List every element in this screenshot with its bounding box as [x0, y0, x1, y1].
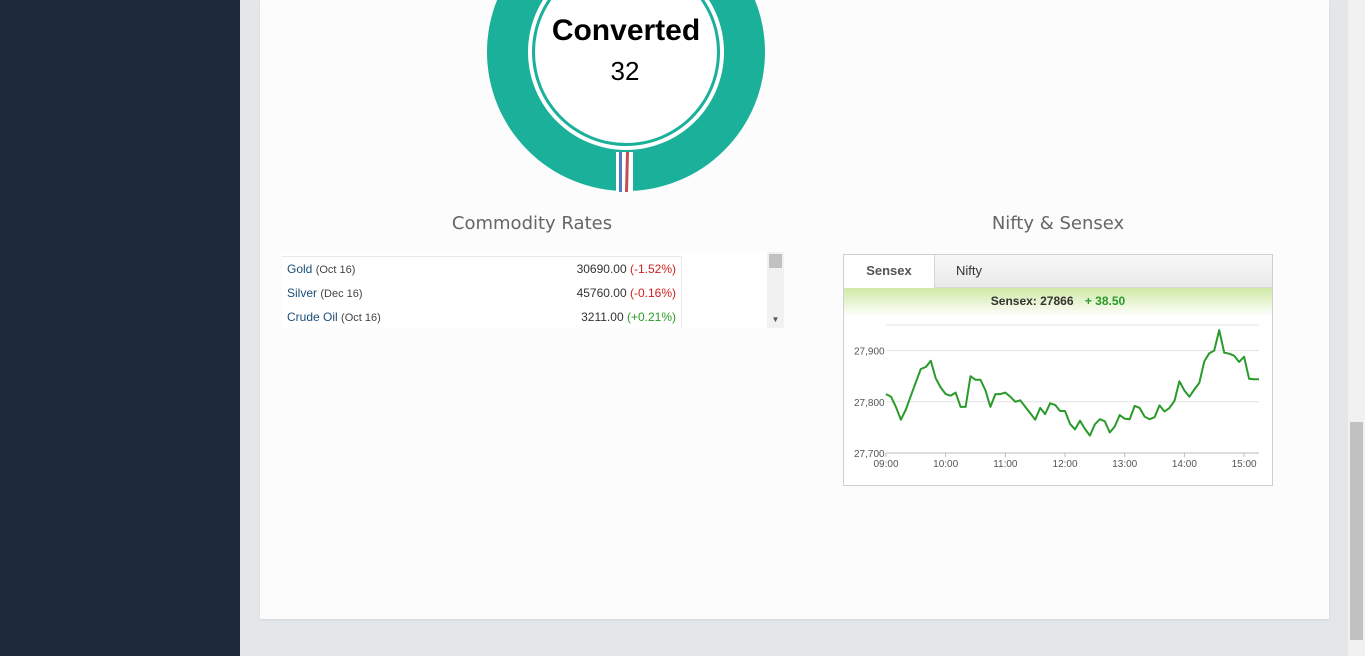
commodity-price: 45760.00: [576, 286, 627, 300]
commodity-price: 30690.00: [576, 262, 627, 276]
sidebar: [0, 0, 240, 656]
donut-title: Converted: [551, 14, 701, 47]
quote-bar: Sensex: 27866 + 38.50: [844, 288, 1272, 316]
x-tick-label: 11:00: [993, 459, 1018, 470]
commodity-date: (Dec 16): [320, 288, 363, 300]
commodity-name-link[interactable]: Gold: [287, 262, 312, 276]
tab-sensex[interactable]: Sensex: [844, 255, 935, 288]
quote-change: + 38.50: [1084, 294, 1126, 308]
commodity-date: (Oct 16): [315, 264, 356, 276]
commodity-row[interactable]: Crude Oil (Oct 16) 3211.00 (+0.21%): [282, 305, 681, 328]
scroll-down-arrow-icon[interactable]: ▼: [767, 314, 784, 326]
commodity-price: 3211.00: [581, 310, 624, 324]
y-tick-label: 27,800: [854, 398, 885, 409]
x-tick-label: 09:00: [873, 459, 898, 470]
x-tick-label: 13:00: [1112, 459, 1137, 470]
commodity-rates-widget[interactable]: Gold (Oct 16) 30690.00 (-1.52%) Silver (…: [282, 252, 784, 328]
sensex-series-line: [885, 329, 1259, 437]
commodity-scroll-thumb[interactable]: [769, 254, 782, 268]
commodity-change: (-1.52%): [629, 262, 676, 276]
commodity-change: (-0.16%): [629, 286, 676, 300]
quote-label: Sensex: 27866: [990, 294, 1074, 308]
commodity-change: (+0.21%): [626, 310, 676, 324]
nifty-sensex-widget: Sensex Nifty Sensex: 27866 + 38.50 27,70…: [843, 254, 1273, 486]
x-tick-label: 10:00: [933, 459, 958, 470]
commodity-scrollbar[interactable]: ▼: [767, 252, 784, 328]
x-tick-label: 12:00: [1053, 459, 1078, 470]
index-tabs: Sensex Nifty: [844, 255, 1272, 288]
commodity-name-link[interactable]: Crude Oil: [287, 310, 338, 324]
page-scroll-thumb[interactable]: [1350, 422, 1363, 640]
sensex-intraday-chart: 27,70027,80027,90009:00 10:00 11:00 12:00 13…: [854, 324, 1259, 470]
commodity-table: Gold (Oct 16) 30690.00 (-1.52%) Silver (…: [282, 256, 682, 328]
commodity-row[interactable]: Silver (Dec 16) 45760.00 (-0.16%): [282, 281, 681, 305]
commodity-date: (Oct 16): [341, 312, 381, 324]
x-tick-label: 15:00: [1232, 459, 1257, 470]
donut-slice-gap: [616, 152, 633, 192]
page-scrollbar[interactable]: [1348, 0, 1365, 656]
x-tick-label: 14:00: [1172, 459, 1197, 470]
tab-nifty[interactable]: Nifty: [935, 255, 1003, 287]
commodity-rates-title: Commodity Rates: [451, 213, 613, 234]
donut-slice-blue: [619, 152, 622, 192]
commodity-name-link[interactable]: Silver: [287, 286, 317, 300]
y-tick-label: 27,900: [854, 347, 885, 358]
nifty-sensex-title: Nifty & Sensex: [991, 213, 1125, 234]
commodity-row[interactable]: Gold (Oct 16) 30690.00 (-1.52%): [282, 257, 681, 281]
donut-value: 32: [610, 56, 640, 86]
